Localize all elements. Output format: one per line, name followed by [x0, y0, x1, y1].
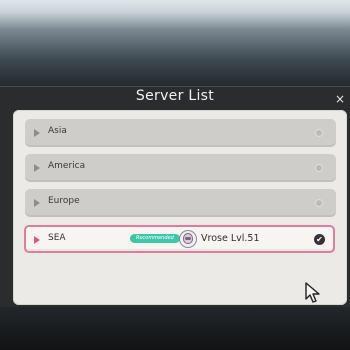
dialog-title: Server List [135, 88, 215, 104]
server-name: Europe [48, 196, 80, 206]
row-marker-icon [34, 129, 40, 137]
server-row-america[interactable]: America [25, 154, 336, 182]
status-dot-icon [316, 165, 322, 171]
server-name: SEA [48, 233, 66, 243]
server-name: America [48, 161, 86, 171]
status-dot-icon [316, 130, 322, 136]
player-avatar [179, 230, 197, 248]
row-marker-icon [34, 164, 40, 172]
check-icon: ✔ [314, 234, 325, 245]
mouse-cursor-icon [305, 282, 320, 303]
status-dot-icon [316, 200, 322, 206]
row-marker-icon [34, 199, 40, 207]
server-row-asia[interactable]: Asia [25, 119, 336, 147]
close-icon[interactable]: × [333, 92, 347, 106]
row-marker-icon [34, 236, 40, 244]
player-name-level: Vrose Lvl.51 [201, 233, 260, 244]
server-row-europe[interactable]: Europe [25, 189, 336, 217]
server-name: Asia [48, 126, 67, 136]
server-row-sea[interactable]: SEA Recommended Vrose Lvl.51 ✔ [24, 225, 335, 253]
recommended-badge: Recommended [130, 234, 180, 243]
background-bottom [0, 306, 350, 350]
